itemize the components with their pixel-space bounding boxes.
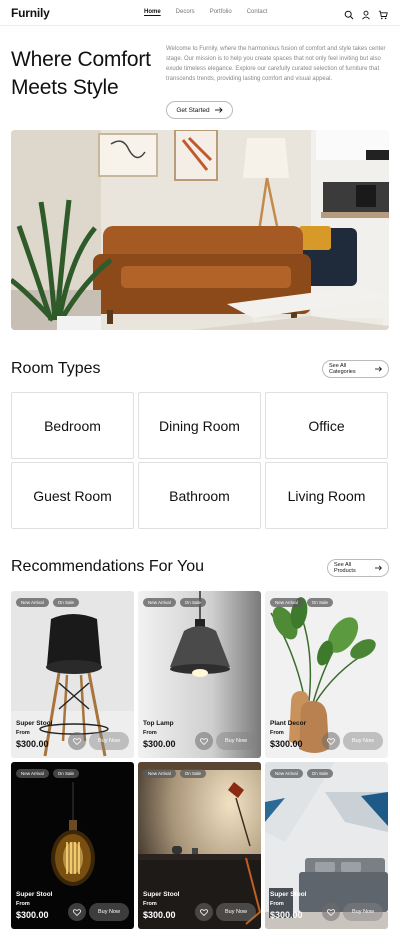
badge-group: New Arrival On Sale [143, 598, 207, 607]
on-sale-badge: On Sale [179, 769, 207, 778]
product-price: $300.00 [143, 739, 176, 749]
product-name: Super Stool [143, 891, 180, 898]
on-sale-badge: On Sale [52, 769, 80, 778]
product-from-label: From [16, 730, 30, 736]
new-arrival-badge: New Arrival [16, 769, 49, 778]
badge-group: New Arrival On Sale [270, 598, 334, 607]
nav-links: Home Decors Portfolio Contact [144, 9, 267, 15]
buy-now-button[interactable]: Buy Now [343, 903, 383, 921]
buy-now-button[interactable]: Buy Now [89, 732, 129, 750]
buy-now-button[interactable]: Buy Now [343, 732, 383, 750]
recommendations-title: Recommendations For You [11, 558, 204, 575]
product-card[interactable]: New Arrival On Sale Top Lamp From $300.0… [138, 591, 261, 758]
brand-logo[interactable]: Furnily [11, 6, 50, 20]
new-arrival-badge: New Arrival [143, 598, 176, 607]
room-card-dining-room[interactable]: Dining Room [138, 392, 261, 459]
new-arrival-badge: New Arrival [16, 598, 49, 607]
see-all-categories-label: See All Categories [329, 363, 356, 375]
new-arrival-badge: New Arrival [143, 769, 176, 778]
product-from-label: From [143, 901, 157, 907]
product-price: $300.00 [270, 739, 303, 749]
on-sale-badge: On Sale [52, 598, 80, 607]
hero-title-line2: Meets Style [11, 76, 119, 99]
see-all-categories-button[interactable]: See All Categories [322, 360, 389, 378]
badge-group: New Arrival On Sale [16, 598, 80, 607]
heart-icon[interactable] [195, 903, 213, 921]
on-sale-badge: On Sale [306, 598, 334, 607]
see-all-products-button[interactable]: See All Products [327, 559, 389, 577]
room-card-bathroom[interactable]: Bathroom [138, 462, 261, 529]
new-arrival-badge: New Arrival [270, 769, 303, 778]
hero-living-room-image [11, 130, 389, 330]
product-from-label: From [16, 901, 30, 907]
arrow-right-icon [374, 565, 382, 571]
product-price: $300.00 [16, 910, 49, 920]
product-price: $300.00 [16, 739, 49, 749]
get-started-label: Get Started [176, 106, 210, 114]
heart-icon[interactable] [68, 903, 86, 921]
new-arrival-badge: New Arrival [270, 598, 303, 607]
nav-link-contact[interactable]: Contact [247, 9, 268, 15]
room-card-bedroom[interactable]: Bedroom [11, 392, 134, 459]
badge-group: New Arrival On Sale [143, 769, 207, 778]
buy-now-button[interactable]: Buy Now [216, 903, 256, 921]
product-price: $300.00 [143, 910, 176, 920]
product-card[interactable]: New Arrival On Sale Super Stool From $30… [265, 762, 388, 929]
products-grid: New Arrival On Sale Super Stool From $30… [11, 591, 389, 929]
on-sale-badge: On Sale [179, 598, 207, 607]
product-card[interactable]: New Arrival On Sale Super Stool From $30… [11, 591, 134, 758]
heart-icon[interactable] [322, 732, 340, 750]
product-price: $300.00 [270, 910, 303, 920]
product-name: Super Stool [270, 891, 307, 898]
top-nav: Furnily Home Decors Portfolio Contact [0, 0, 400, 26]
hero-description: Welcome to Furnily, where the harmonious… [166, 46, 386, 82]
hero-title-line1: Where Comfort [11, 48, 151, 71]
search-icon[interactable] [344, 7, 354, 20]
hero-title: Where Comfort Meets Style [11, 46, 161, 102]
buy-now-button[interactable]: Buy Now [216, 732, 256, 750]
badge-group: New Arrival On Sale [270, 769, 334, 778]
product-name: Super Stool [16, 720, 53, 727]
get-started-button[interactable]: Get Started [166, 101, 233, 119]
heart-icon[interactable] [195, 732, 213, 750]
product-from-label: From [270, 901, 284, 907]
nav-link-home[interactable]: Home [144, 9, 161, 15]
nav-icons [344, 7, 388, 20]
user-icon[interactable] [361, 7, 371, 20]
room-card-living-room[interactable]: Living Room [265, 462, 388, 529]
room-types-grid: Bedroom Dining Room Office Guest Room Ba… [11, 392, 389, 529]
arrow-right-icon [214, 107, 223, 113]
room-card-office[interactable]: Office [265, 392, 388, 459]
heart-icon[interactable] [68, 732, 86, 750]
room-types-title: Room Types [11, 360, 101, 377]
on-sale-badge: On Sale [306, 769, 334, 778]
product-name: Top Lamp [143, 720, 174, 727]
cart-icon[interactable] [378, 7, 388, 20]
room-card-guest-room[interactable]: Guest Room [11, 462, 134, 529]
product-card[interactable]: New Arrival On Sale Super Stool From $30… [138, 762, 261, 929]
buy-now-button[interactable]: Buy Now [89, 903, 129, 921]
heart-icon[interactable] [322, 903, 340, 921]
product-from-label: From [143, 730, 157, 736]
nav-link-portfolio[interactable]: Portfolio [210, 9, 232, 15]
arrow-right-icon [374, 366, 382, 372]
product-name: Super Stool [16, 891, 53, 898]
product-name: Plant Decor [270, 720, 307, 727]
product-card[interactable]: New Arrival On Sale Super Stool From $30… [11, 762, 134, 929]
badge-group: New Arrival On Sale [16, 769, 80, 778]
product-card[interactable]: New Arrival On Sale Plant Decor From $30… [265, 591, 388, 758]
product-from-label: From [270, 730, 284, 736]
nav-link-decors[interactable]: Decors [176, 9, 195, 15]
see-all-products-label: See All Products [334, 562, 356, 574]
